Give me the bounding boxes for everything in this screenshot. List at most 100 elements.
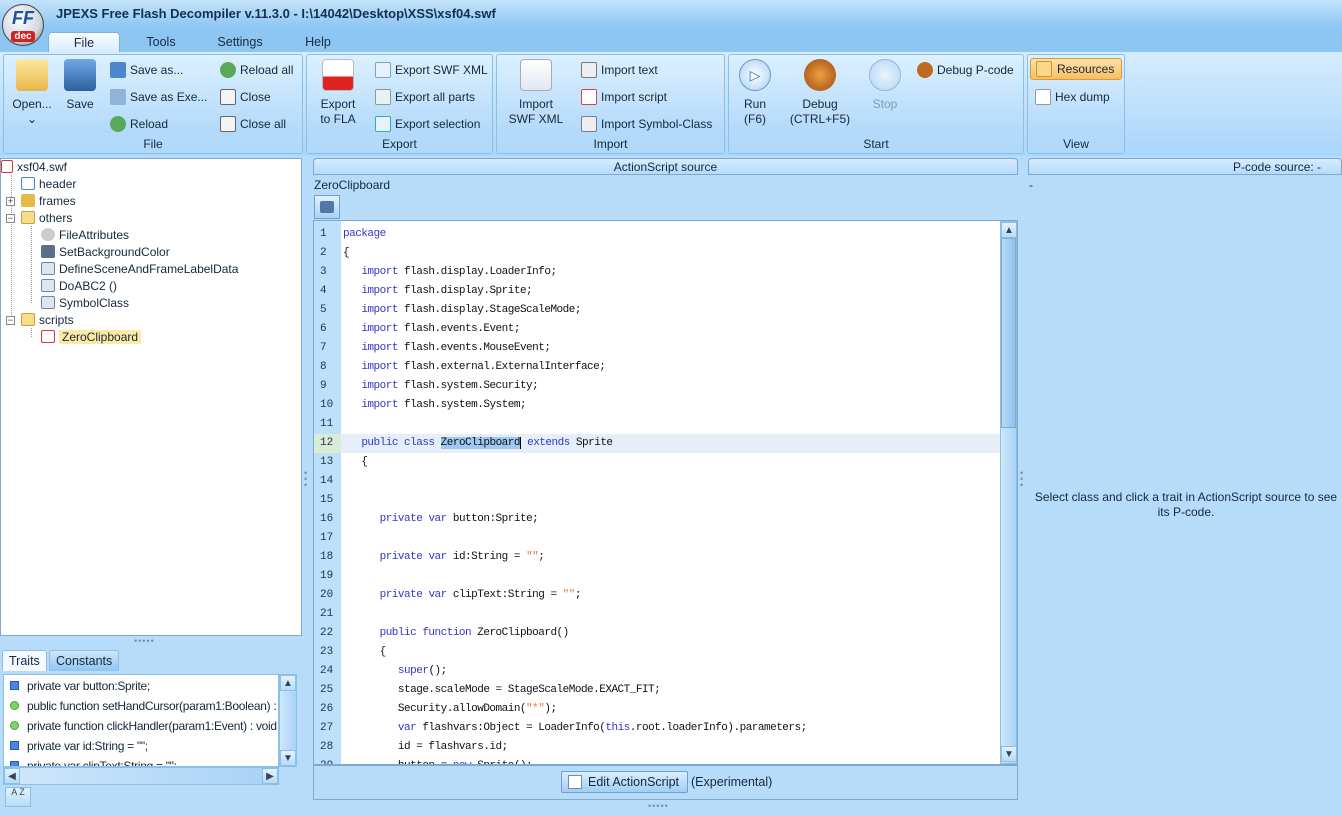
resources-button[interactable]: Resources — [1030, 58, 1122, 80]
trait-item[interactable]: private var button:Sprite; — [10, 676, 150, 696]
tab-constants[interactable]: Constants — [49, 650, 120, 671]
code-token: extends — [527, 437, 570, 449]
code-token: flashvars:Object = LoaderInfo( — [416, 722, 606, 734]
tree-node-root[interactable]: xsf04.swf — [1, 159, 67, 176]
expand-frames-icon[interactable]: + — [6, 197, 15, 206]
tree-node-zeroclipboard[interactable]: ZeroClipboard — [41, 329, 142, 346]
close-all-button[interactable]: Close all — [220, 114, 286, 134]
scroll-down-icon[interactable]: ▼ — [280, 750, 296, 766]
code-line: private var button:Sprite; — [343, 510, 539, 529]
ffdec-logo[interactable]: FF dec — [2, 4, 44, 46]
file-group: Open... ⌄ Save Save as... Save as Exe... … — [3, 54, 303, 154]
tree-node-fileattributes[interactable]: FileAttributes — [41, 227, 129, 244]
tab-settings[interactable]: Settings — [205, 32, 275, 52]
close-button[interactable]: Close — [220, 87, 271, 107]
import-text-button[interactable]: Import text — [581, 60, 658, 80]
save-as-exe-button[interactable]: Save as Exe... — [110, 87, 207, 107]
line-number: 14 — [320, 475, 334, 487]
splitter-handle[interactable]: ••• — [304, 469, 310, 490]
tree-node-header[interactable]: header — [21, 176, 76, 193]
tree-node-setbackgroundcolor[interactable]: SetBackgroundColor — [41, 244, 170, 261]
tree-node-doabc2[interactable]: DoABC2 () — [41, 278, 117, 295]
deobfuscate-button[interactable] — [314, 195, 340, 219]
pcode-dash: - — [1029, 178, 1033, 192]
code-scroll-thumb[interactable] — [1001, 238, 1016, 428]
tree-node-definescene[interactable]: DefineSceneAndFrameLabelData — [41, 261, 238, 278]
code-line: private var clipText:String = ""; — [343, 586, 582, 605]
import-script-button[interactable]: Import script — [581, 87, 667, 107]
tree-node-frames[interactable]: frames — [21, 193, 76, 210]
folder-icon — [21, 211, 35, 224]
export-selection-icon — [375, 116, 391, 132]
tab-file[interactable]: File — [48, 32, 120, 52]
tab-tools[interactable]: Tools — [130, 32, 192, 52]
import-symbol-class-button[interactable]: Import Symbol-Class — [581, 114, 712, 134]
line-number: 7 — [320, 342, 327, 354]
code-line: public function ZeroClipboard() — [343, 624, 570, 643]
code-token: var — [397, 722, 417, 734]
tab-traits[interactable]: Traits — [2, 650, 47, 671]
frames-icon — [21, 194, 35, 207]
trait-item[interactable]: private function clickHandler(param1:Eve… — [10, 716, 277, 736]
open-button[interactable]: Open... ⌄ — [8, 59, 56, 127]
splitter-handle[interactable]: ••• — [1020, 469, 1026, 490]
code-line: private var id:String = ""; — [343, 548, 545, 567]
export-all-parts-button[interactable]: Export all parts — [375, 87, 475, 107]
import-swf-xml-button[interactable]: Import SWF XML — [505, 59, 567, 127]
line-number: 29 — [314, 757, 341, 764]
tab-help[interactable]: Help — [292, 32, 344, 52]
debug-button[interactable]: Debug (CTRL+F5) — [785, 59, 855, 127]
code-token: Security.allowDomain( — [343, 703, 527, 715]
code-token: "*" — [526, 703, 545, 715]
code-token: flash.display.Sprite; — [397, 285, 533, 297]
collapse-others-icon[interactable]: − — [6, 214, 15, 223]
reload-button[interactable]: Reload — [110, 114, 168, 134]
code-scroll-up-icon[interactable]: ▲ — [1001, 222, 1017, 238]
code-token: ZeroClipboard — [440, 437, 521, 449]
edit-actionscript-button[interactable]: Edit ActionScript — [561, 771, 689, 793]
splitter-handle[interactable]: ••••• — [134, 636, 155, 646]
hex-dump-button[interactable]: Hex dump — [1035, 87, 1110, 107]
collapse-scripts-icon[interactable]: − — [6, 316, 15, 325]
trait-item[interactable]: public function setHandCursor(param1:Boo… — [10, 696, 278, 716]
sort-alphabetical-button[interactable]: A Z — [5, 787, 31, 807]
code-token: { — [343, 646, 387, 658]
run-button[interactable]: ▷ Run (F6) — [733, 59, 777, 127]
scroll-up-icon[interactable]: ▲ — [280, 675, 296, 691]
debug-pcode-button[interactable]: Debug P-code — [917, 60, 1014, 80]
code-line: var flashvars:Object = LoaderInfo(this.r… — [343, 719, 807, 738]
save-as-button[interactable]: Save as... — [110, 60, 183, 80]
line-number: 28 — [320, 741, 334, 753]
tree-node-symbolclass[interactable]: SymbolClass — [41, 295, 129, 312]
trait-item[interactable]: private var id:String = ""; — [10, 736, 148, 756]
line-number: 11 — [320, 418, 334, 430]
reload-all-button[interactable]: Reload all — [220, 60, 293, 80]
stop-button[interactable]: Stop — [865, 59, 905, 112]
code-scroll-down-icon[interactable]: ▼ — [1001, 746, 1017, 762]
tree-node-scripts[interactable]: scripts — [21, 312, 74, 329]
splitter-handle[interactable]: ••••• — [648, 801, 669, 811]
trait-item[interactable]: private var clipText:String = ""; — [10, 756, 177, 766]
export-to-fla-button[interactable]: Export to FLA — [311, 59, 365, 127]
traits-horizontal-scrollbar[interactable] — [3, 767, 279, 785]
code-token: flash.display.StageScaleMode; — [397, 304, 581, 316]
code-editor[interactable]: 1 2 3 4 5 6 7 8 9 10 11 12 13 14 15 16 17 18 19 20 21 22 23 24 2… — [313, 220, 1018, 765]
export-swf-xml-button[interactable]: Export SWF XML — [375, 60, 488, 80]
line-number: 27 — [320, 722, 334, 734]
variable-icon — [10, 741, 19, 750]
folder-icon — [16, 59, 48, 91]
export-selection-button[interactable]: Export selection — [375, 114, 480, 134]
code-token: import — [361, 342, 398, 354]
scroll-left-icon[interactable]: ◀ — [4, 768, 20, 784]
scroll-right-icon[interactable]: ▶ — [262, 768, 278, 784]
import-xml-icon — [520, 59, 552, 91]
tree-node-others[interactable]: others — [21, 210, 72, 227]
save-button[interactable]: Save — [60, 59, 100, 112]
code-token: public — [361, 437, 398, 449]
code-token: flash.system.System; — [397, 399, 527, 411]
code-token: private — [379, 589, 423, 601]
